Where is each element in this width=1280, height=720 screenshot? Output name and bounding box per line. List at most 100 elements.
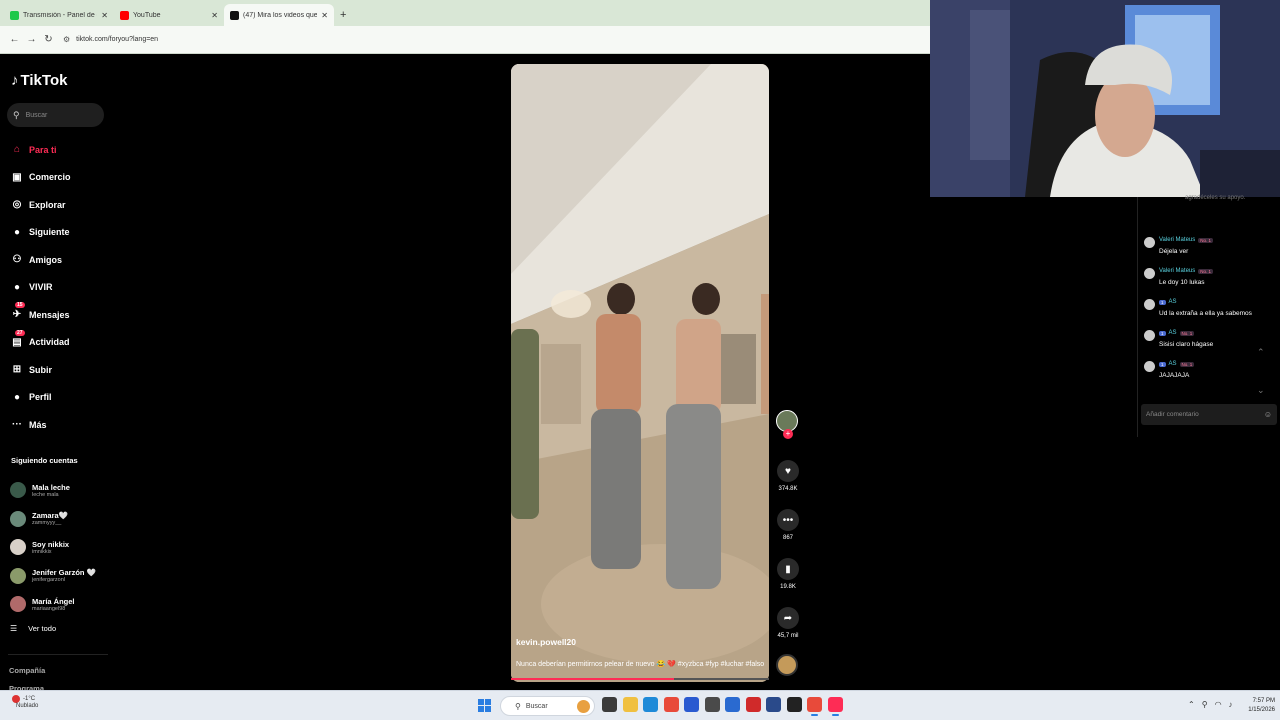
nav-item[interactable]: ⚇ Amigos [10, 246, 71, 274]
nav-item-label: Mensajes [29, 309, 70, 320]
close-icon[interactable]: ✕ [211, 11, 218, 20]
comment-input[interactable]: Añadir comentario ☺ [1141, 404, 1277, 425]
chat-author[interactable]: AS [1169, 299, 1177, 305]
chevron-up-icon[interactable]: ⌃ [1257, 347, 1265, 358]
video-player[interactable] [511, 64, 769, 682]
following-account[interactable]: Mala leche leche mala [10, 476, 96, 505]
powershell-icon[interactable] [766, 697, 781, 712]
forward-icon[interactable]: → [23, 34, 40, 45]
video-username[interactable]: kevin.powell20 [516, 637, 576, 647]
chat-author[interactable]: AS [1169, 361, 1177, 367]
weather-condition: Nublado [16, 703, 39, 709]
nav-item[interactable]: ▣ Comercio [10, 164, 70, 192]
following-account[interactable]: Jenifer Garzón 🤍 jenifergarzonl [10, 562, 96, 591]
chat-author[interactable]: Valeri Mateus [1159, 237, 1195, 243]
account-text: Mala leche leche mala [32, 483, 70, 498]
chevron-down-icon[interactable]: ⌄ [1257, 385, 1265, 396]
nav-item[interactable]: ● Siguiente [10, 219, 71, 247]
avatar [10, 482, 26, 499]
tab-favicon-icon [120, 10, 129, 20]
like-count: 374.8K [778, 486, 798, 492]
tiktok-app-icon[interactable] [827, 697, 843, 716]
close-icon[interactable]: ✕ [101, 11, 108, 20]
reload-icon[interactable]: ↻ [40, 34, 57, 45]
account-name: Mala leche [32, 482, 70, 492]
weather-widget[interactable]: -1°C Nublado [12, 695, 38, 709]
new-tab-button[interactable]: + [340, 4, 346, 26]
app-l-icon[interactable] [745, 697, 761, 712]
wifi-icon[interactable]: ◠ [1215, 700, 1222, 709]
windows-start-icon[interactable] [478, 699, 491, 712]
chat-message-body: 1 AS Ud la extraña a ella ya sabemos [1159, 299, 1252, 330]
rank-badge: No. 1 [1198, 268, 1214, 274]
activity-icon: ▤ [12, 336, 22, 348]
volume-icon[interactable]: ♪ [1229, 700, 1233, 709]
edge-icon[interactable] [643, 697, 658, 712]
account-name: Soy nikkix [32, 539, 70, 549]
nav-item[interactable]: ◎ Explorar [10, 191, 71, 219]
nav-item[interactable]: ✈ Mensajes 15 [10, 301, 71, 329]
store-icon[interactable] [684, 697, 699, 712]
user-level-badge: 1 [1159, 299, 1166, 305]
search-input[interactable]: ⚲ Buscar [7, 103, 104, 127]
nav-item-label: Subir [29, 364, 53, 375]
chat-text: Ud la extraña a ella ya sabemos [1159, 310, 1252, 317]
tab-label: Transmisión - Panel de control [23, 11, 97, 19]
location-icon[interactable]: ⚲ [1202, 700, 1208, 709]
upload-icon: ⊞ [12, 364, 22, 376]
url-field[interactable]: ⚙ tiktok.com/foryou?lang=en [63, 29, 923, 50]
screen: Transmisión - Panel de control✕YouTube✕(… [0, 0, 1280, 720]
see-all-link[interactable]: ☰ Ver todo [10, 624, 56, 633]
rank-badge: No. 1 [1198, 237, 1214, 243]
app-a-icon[interactable] [725, 697, 740, 712]
following-account[interactable]: María Ángel mariaangel98 [10, 590, 96, 619]
music-disc-icon[interactable] [776, 654, 798, 676]
close-icon[interactable]: ✕ [321, 11, 328, 20]
nav-item[interactable]: ··· Más [10, 411, 71, 439]
save-button[interactable]: ▮ 19.8K [776, 558, 800, 590]
taskbar-search[interactable]: ⚲ Buscar [500, 696, 595, 716]
site-info-icon[interactable]: ⚙ [63, 35, 70, 44]
video-frame [511, 64, 769, 682]
clock-date: 1/15/2026 [1248, 707, 1275, 713]
obs-icon[interactable] [786, 697, 802, 712]
like-button[interactable]: ♥ 374.8K [776, 460, 800, 492]
clock[interactable]: 7:57 PM 1/15/2026 [1241, 697, 1275, 715]
nav-item[interactable]: ● VIVIR [10, 274, 71, 302]
browser-tab[interactable]: Transmisión - Panel de control ✕ [4, 4, 114, 26]
following-account[interactable]: Zamara🤍 zammyyy__ [10, 505, 96, 534]
nav-item[interactable]: ▤ Actividad 27 [10, 329, 71, 357]
company-link[interactable]: Compañía [9, 666, 45, 675]
comment-button[interactable]: ••• 867 [776, 509, 800, 541]
taskbar-apps [602, 697, 848, 716]
video-progress-bar[interactable] [511, 678, 769, 680]
nav-item-label: Amigos [29, 254, 63, 265]
chat-author[interactable]: Valeri Mateus [1159, 268, 1195, 274]
file-explorer-icon[interactable] [622, 697, 638, 712]
task-view-icon[interactable] [602, 697, 617, 712]
nav-item[interactable]: ⌂ Para ti [10, 136, 71, 164]
notification-badge: 15 [15, 302, 25, 308]
back-icon[interactable]: ← [6, 34, 23, 45]
system-tray: ⌃ ⚲ ◠ ♪ [1188, 700, 1233, 709]
follow-plus-icon[interactable]: + [783, 429, 793, 439]
creator-avatar[interactable]: + [776, 410, 798, 439]
chat-author[interactable]: AS [1169, 330, 1177, 336]
tray-overflow-icon[interactable]: ⌃ [1188, 700, 1195, 709]
emoji-icon[interactable]: ☺ [1264, 410, 1272, 419]
chat-message: 1 AS No. 1 Sisisi claro hágase [1144, 330, 1252, 361]
following-account[interactable]: Soy nikkix imnikkix [10, 533, 96, 562]
chrome-active-icon[interactable] [807, 697, 822, 716]
share-button[interactable]: ➦ 45,7 mil [776, 607, 800, 639]
nav-item[interactable]: ● Perfil [10, 384, 71, 412]
chat-messages: Valeri Mateus No. 1 Déjela ver Valeri Mateu… [1144, 237, 1252, 392]
tiktok-logo[interactable]: ♪ TikTok [11, 72, 67, 89]
comment-placeholder: Añadir comentario [1146, 411, 1199, 418]
nav-item[interactable]: ⊞ Subir [10, 356, 71, 384]
browser-tab[interactable]: (47) Mira los videos que son ten✕ [224, 4, 334, 26]
tab-favicon-icon [230, 10, 239, 20]
url-text: tiktok.com/foryou?lang=en [76, 36, 159, 43]
chrome-icon[interactable] [663, 697, 679, 712]
browser-tab[interactable]: YouTube ✕ [114, 4, 224, 26]
calculator-icon[interactable] [704, 697, 720, 712]
